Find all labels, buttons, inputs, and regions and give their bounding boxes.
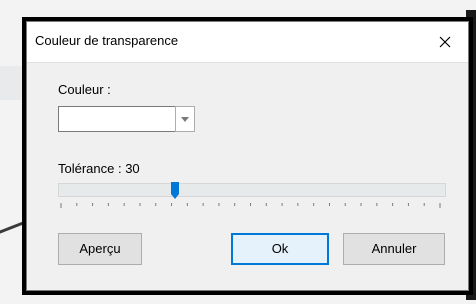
color-label: Couleur :: [58, 82, 111, 97]
chevron-down-icon: [181, 116, 189, 122]
title-bar: Couleur de transparence: [27, 22, 468, 63]
tolerance-slider-track[interactable]: [58, 183, 446, 197]
dialog-title: Couleur de transparence: [35, 33, 179, 48]
cancel-button[interactable]: Annuler: [343, 233, 445, 265]
tolerance-slider-thumb[interactable]: [170, 182, 179, 199]
preview-button[interactable]: Aperçu: [58, 233, 142, 265]
color-dropdown-button[interactable]: [175, 106, 195, 132]
ok-button[interactable]: Ok: [231, 233, 329, 265]
close-button[interactable]: [422, 22, 468, 62]
transparency-color-dialog: Couleur de transparence Couleur : Toléra…: [26, 21, 469, 291]
color-swatch-field[interactable]: [58, 106, 176, 132]
tolerance-label: Tolérance : 30: [58, 161, 140, 176]
close-icon: [439, 36, 451, 48]
